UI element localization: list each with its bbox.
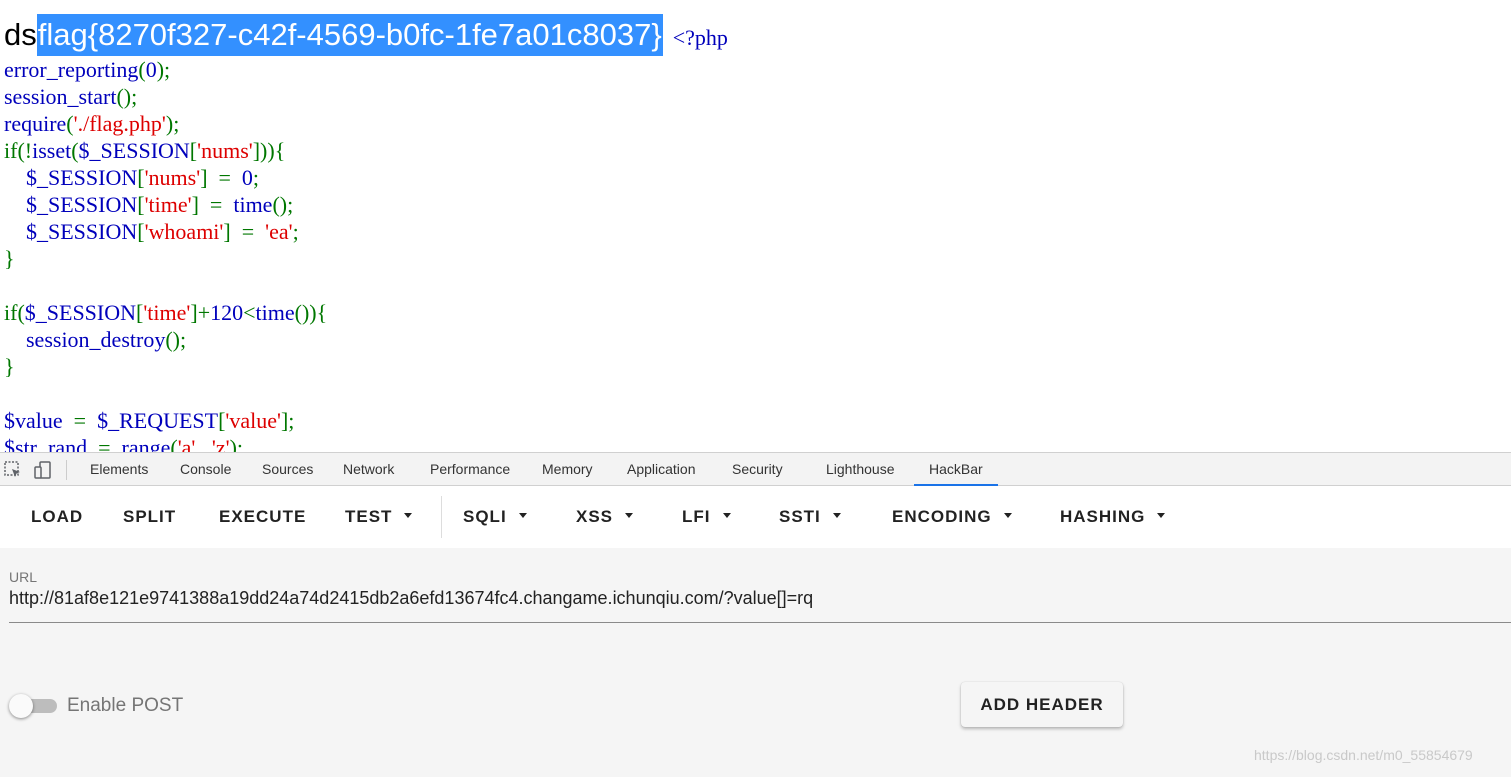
url-field-label: URL <box>9 569 38 585</box>
chevron-down-icon <box>404 513 413 519</box>
tab-performance[interactable]: Performance <box>430 453 510 486</box>
load-button[interactable]: LOAD <box>31 486 83 548</box>
php-source-code: error_reporting(0); session_start(); req… <box>4 57 328 452</box>
toolbar-divider <box>441 496 442 538</box>
watermark: https://blog.csdn.net/m0_55854679 <box>1254 747 1473 763</box>
chevron-down-icon <box>722 513 731 519</box>
hashing-menu-button[interactable]: HASHING <box>1060 486 1166 548</box>
output-prefix: ds <box>4 17 37 52</box>
chevron-down-icon <box>832 513 841 519</box>
tab-console[interactable]: Console <box>180 453 231 486</box>
output-line: dsflag{8270f327-c42f-4569-b0fc-1fe7a01c8… <box>4 14 728 56</box>
tab-hackbar[interactable]: HackBar <box>929 453 983 486</box>
tab-memory[interactable]: Memory <box>542 453 593 486</box>
php-open-tag: <?php <box>672 25 728 50</box>
enable-post-toggle[interactable] <box>9 694 57 718</box>
toggle-knob <box>9 694 33 718</box>
tab-sources[interactable]: Sources <box>262 453 313 486</box>
execute-button[interactable]: EXECUTE <box>219 486 306 548</box>
sqli-menu-button[interactable]: SQLI <box>463 486 527 548</box>
chevron-down-icon <box>518 513 527 519</box>
split-button[interactable]: SPLIT <box>123 486 176 548</box>
chevron-down-icon <box>1157 513 1166 519</box>
lfi-menu-button[interactable]: LFI <box>682 486 731 548</box>
hackbar-toolbar: LOAD SPLIT EXECUTE TEST SQLI XSS LFI SST… <box>0 486 1511 548</box>
hackbar-body: URL http://81af8e121e9741388a19dd24a74d2… <box>0 548 1511 777</box>
enable-post-label: Enable POST <box>67 695 184 716</box>
chevron-down-icon <box>1003 513 1012 519</box>
inspect-element-icon[interactable] <box>3 460 23 480</box>
xss-menu-button[interactable]: XSS <box>576 486 634 548</box>
tab-network[interactable]: Network <box>343 453 394 486</box>
flag-text-selected[interactable]: flag{8270f327-c42f-4569-b0fc-1fe7a01c803… <box>36 14 663 56</box>
tab-security[interactable]: Security <box>732 453 783 486</box>
device-toolbar-icon[interactable] <box>33 460 53 480</box>
toolbar-separator <box>66 460 67 480</box>
tab-elements[interactable]: Elements <box>90 453 148 486</box>
url-input-underline <box>9 622 1511 623</box>
ssti-menu-button[interactable]: SSTI <box>779 486 841 548</box>
test-menu-button[interactable]: TEST <box>345 486 413 548</box>
tab-lighthouse[interactable]: Lighthouse <box>826 453 895 486</box>
chevron-down-icon <box>625 513 634 519</box>
devtools-panel: Elements Console Sources Network Perform… <box>0 452 1511 777</box>
page-content: dsflag{8270f327-c42f-4569-b0fc-1fe7a01c8… <box>0 0 1511 452</box>
devtools-tab-bar: Elements Console Sources Network Perform… <box>0 452 1511 486</box>
url-input[interactable]: http://81af8e121e9741388a19dd24a74d2415d… <box>9 588 813 609</box>
tab-application[interactable]: Application <box>627 453 696 486</box>
add-header-button[interactable]: ADD HEADER <box>961 682 1123 727</box>
encoding-menu-button[interactable]: ENCODING <box>892 486 1012 548</box>
